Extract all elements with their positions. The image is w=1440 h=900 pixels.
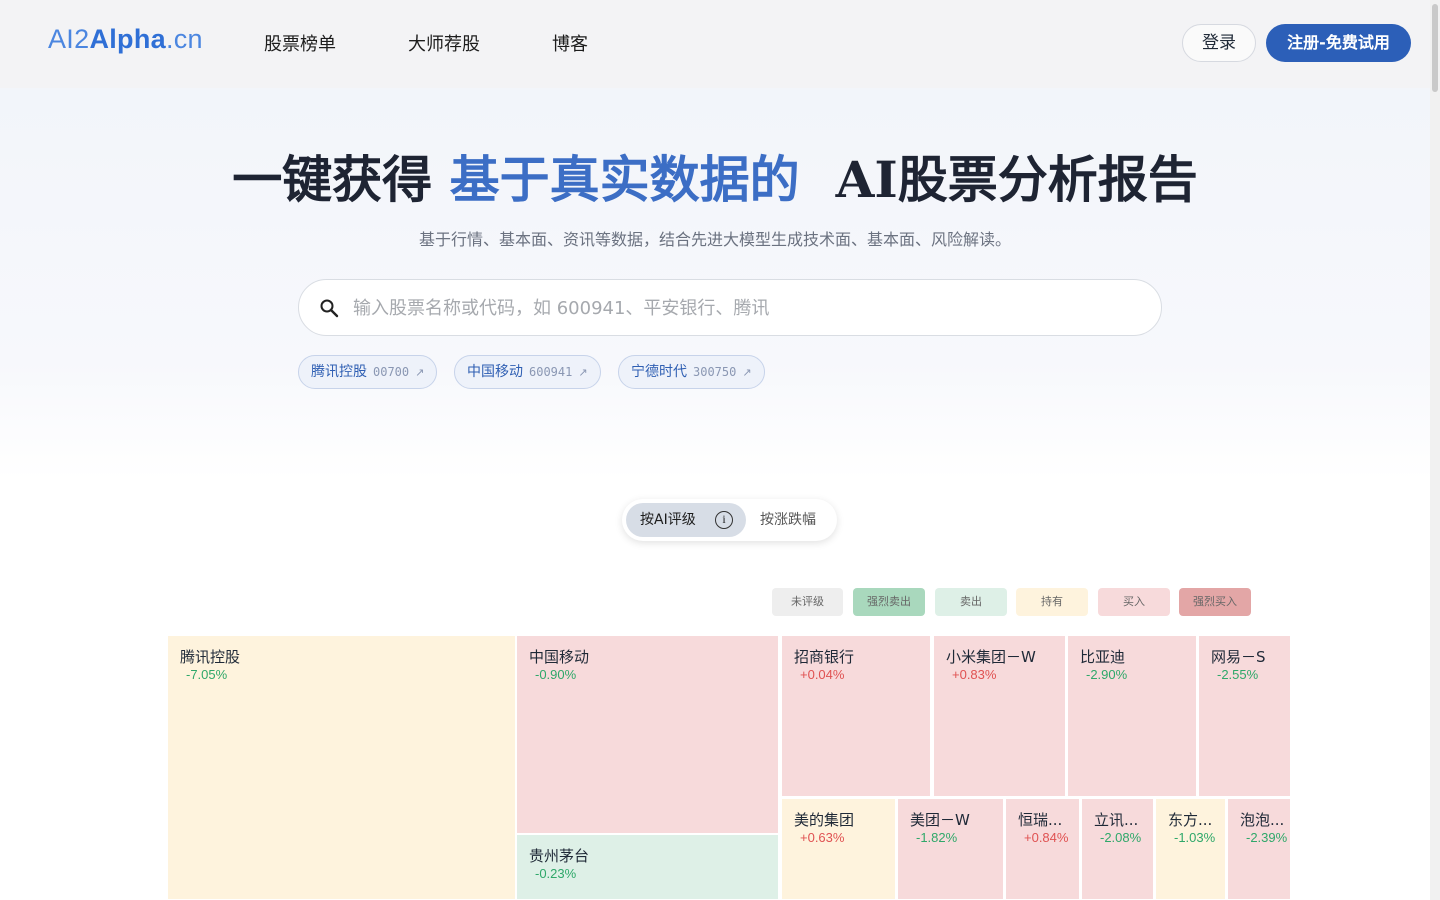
tile-stock-name: 比亚迪 — [1080, 648, 1126, 666]
legend-sell: 卖出 — [935, 588, 1007, 616]
tile-change: +0.83% — [952, 667, 997, 682]
toggle-by-ai-rating[interactable]: 按AI评级 i — [626, 503, 746, 537]
tile-stock-name: 美团－W — [910, 811, 970, 829]
tile-stock-name: 美的集团 — [794, 811, 855, 829]
treemap-tile[interactable]: 小米集团－W +0.83% — [933, 635, 1066, 797]
tile-stock-name: 泡泡... — [1240, 811, 1285, 829]
quick-chip-tencent[interactable]: 腾讯控股 00700 ↗ — [298, 355, 438, 389]
treemap-tile[interactable]: 美的集团 +0.63% — [781, 798, 896, 900]
chip-name: 宁德时代 — [631, 364, 687, 380]
page-scrollbar[interactable] — [1430, 0, 1440, 900]
toggle-by-change[interactable]: 按涨跌幅 — [760, 503, 816, 537]
external-arrow-icon: ↗ — [415, 366, 425, 379]
legend-strong-buy: 强烈买入 — [1179, 588, 1251, 616]
treemap-tile[interactable]: 网易－S -2.55% — [1198, 635, 1291, 797]
chip-code: 600941 — [529, 365, 573, 379]
nav-link-master-picks[interactable]: 大师荐股 — [408, 30, 480, 56]
tile-stock-name: 腾讯控股 — [180, 648, 241, 666]
tile-stock-name: 中国移动 — [529, 648, 590, 666]
chip-code: 300750 — [693, 365, 737, 379]
search-input[interactable] — [353, 292, 1133, 324]
stock-search-box[interactable] — [298, 279, 1162, 336]
legend-hold: 持有 — [1016, 588, 1088, 616]
legend-buy: 买入 — [1098, 588, 1170, 616]
signup-free-trial-button[interactable]: 注册-免费试用 — [1266, 24, 1411, 62]
external-arrow-icon: ↗ — [742, 366, 752, 379]
tile-stock-name: 立讯... — [1094, 811, 1139, 829]
tile-stock-name: 贵州茅台 — [529, 847, 590, 865]
legend-unrated: 未评级 — [772, 588, 843, 616]
tile-stock-name: 恒瑞... — [1018, 811, 1063, 829]
tile-change: -2.55% — [1217, 667, 1259, 682]
tile-change: +0.84% — [1024, 830, 1069, 845]
login-button[interactable]: 登录 — [1182, 24, 1256, 62]
tile-change: -2.90% — [1086, 667, 1128, 682]
treemap-tile[interactable]: 贵州茅台 -0.23% — [516, 834, 779, 900]
tile-change: -1.03% — [1174, 830, 1216, 845]
site-logo[interactable]: AI2Alpha.cn — [48, 24, 203, 55]
logo-part-ai2: AI2 — [48, 24, 90, 54]
info-icon[interactable]: i — [715, 511, 733, 529]
treemap-tile[interactable]: 东方... -1.03% — [1155, 798, 1226, 900]
tile-change: -2.08% — [1100, 830, 1142, 845]
chip-name: 腾讯控股 — [311, 364, 367, 380]
headline-plain: 一键获得 — [232, 150, 433, 209]
quick-chip-china-mobile[interactable]: 中国移动 600941 ↗ — [454, 355, 601, 389]
treemap-tile[interactable]: 招商银行 +0.04% — [781, 635, 931, 797]
quick-chip-catl[interactable]: 宁德时代 300750 ↗ — [618, 355, 765, 389]
nav-link-blog[interactable]: 博客 — [552, 30, 588, 56]
chip-code: 00700 — [373, 365, 410, 379]
tile-stock-name: 小米集团－W — [946, 648, 1036, 666]
logo-part-alpha: Alpha — [89, 24, 166, 54]
chip-name: 中国移动 — [467, 364, 523, 380]
scrollbar-thumb[interactable] — [1432, 4, 1438, 92]
logo-part-domain: .cn — [165, 24, 203, 54]
tile-change: -1.82% — [916, 830, 958, 845]
treemap-tile[interactable]: 腾讯控股 -7.05% — [167, 635, 516, 900]
hero-subtitle: 基于行情、基本面、资讯等数据，结合先进大模型生成技术面、基本面、风险解读。 — [418, 230, 1011, 249]
tile-change: -0.90% — [535, 667, 577, 682]
top-navigation-bar: AI2Alpha.cn 股票榜单 大师荐股 博客 登录 注册-免费试用 — [0, 0, 1440, 88]
tile-stock-name: 招商银行 — [794, 648, 855, 666]
tile-stock-name: 网易－S — [1211, 648, 1266, 666]
external-arrow-icon: ↗ — [578, 366, 588, 379]
nav-link-stock-rankings[interactable]: 股票榜单 — [264, 30, 336, 56]
tile-change: +0.04% — [800, 667, 845, 682]
tile-change: -7.05% — [186, 667, 228, 682]
tile-change: -0.23% — [535, 866, 577, 881]
treemap-tile[interactable]: 中国移动 -0.90% — [516, 635, 779, 834]
treemap-tile[interactable]: 立讯... -2.08% — [1081, 798, 1154, 900]
tile-change: +0.63% — [800, 830, 845, 845]
sort-mode-toggle: 按AI评级 i 按涨跌幅 — [622, 499, 837, 541]
treemap-tile[interactable]: 比亚迪 -2.90% — [1067, 635, 1197, 797]
treemap-tile[interactable]: 恒瑞... +0.84% — [1005, 798, 1080, 900]
tile-change: -2.39% — [1246, 830, 1288, 845]
search-icon — [320, 299, 339, 318]
treemap-tile[interactable]: 泡泡... -2.39% — [1227, 798, 1291, 900]
toggle-active-label: 按AI评级 — [640, 512, 696, 528]
tile-stock-name: 东方... — [1168, 811, 1213, 829]
treemap-tile[interactable]: 美团－W -1.82% — [897, 798, 1004, 900]
headline-accent: 基于真实数据的 — [449, 150, 800, 209]
legend-strong-sell: 强烈卖出 — [853, 588, 925, 616]
headline-end: AI股票分析报告 — [835, 150, 1198, 209]
hero-headline: 一键获得 基于真实数据的 AI股票分析报告 — [0, 140, 1430, 212]
